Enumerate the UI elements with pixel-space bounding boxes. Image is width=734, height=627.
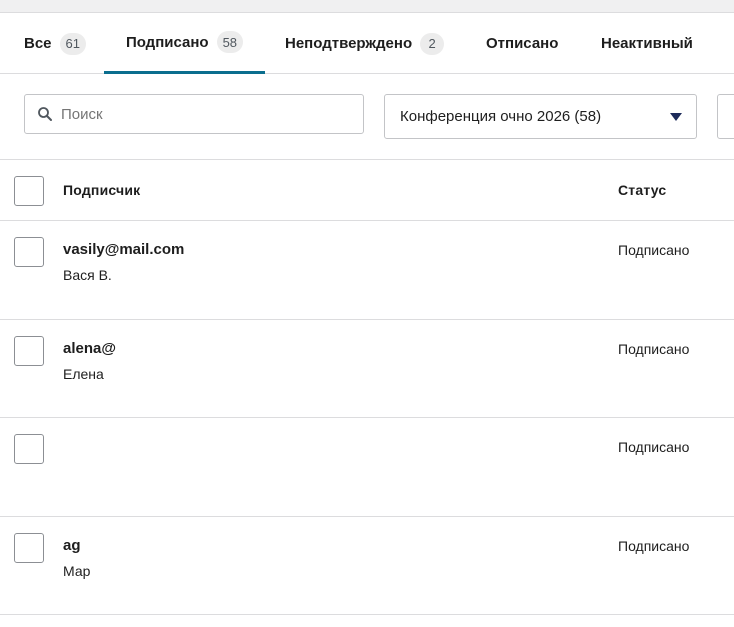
tab-count-badge: 58 bbox=[216, 31, 244, 53]
search-field[interactable] bbox=[24, 94, 364, 134]
tab-subscribed[interactable]: Подписано 58 bbox=[104, 13, 265, 74]
subscriber-name: Вася В. bbox=[63, 267, 112, 283]
subscribers-panel: Все 61 Подписано 58 Неподтверждено 2 Отп… bbox=[0, 12, 734, 627]
subscriber-email[interactable]: ag bbox=[63, 537, 81, 554]
subscriber-email[interactable]: vasily@mail.com bbox=[63, 241, 184, 258]
tab-label: Неподтверждено bbox=[285, 35, 413, 52]
table-row: vasily@mail.com Вася В. Подписано bbox=[0, 221, 734, 320]
subscriber-status: Подписано bbox=[618, 242, 690, 258]
subscriber-status: Подписано bbox=[618, 537, 690, 554]
dropdown-arrow-icon bbox=[670, 112, 682, 121]
tab-label: Неактивный bbox=[601, 35, 693, 52]
tab-inactive[interactable]: Неактивный bbox=[601, 13, 693, 74]
column-header-subscriber[interactable]: Подписчик bbox=[63, 160, 140, 220]
select-all-checkbox[interactable] bbox=[14, 176, 44, 206]
row-checkbox[interactable] bbox=[14, 434, 44, 464]
search-icon bbox=[38, 107, 52, 121]
column-header-status[interactable]: Статус bbox=[618, 160, 666, 220]
tab-count-badge: 61 bbox=[59, 32, 86, 55]
secondary-filter-select[interactable] bbox=[717, 94, 734, 139]
table-row: ag Мар Подписано bbox=[0, 517, 734, 615]
subscribers-table: Подписчик Статус vasily@mail.com Вася В.… bbox=[0, 159, 734, 615]
tab-all[interactable]: Все 61 bbox=[24, 13, 86, 74]
tab-label: Отписано bbox=[486, 35, 559, 52]
tab-unsubscribed[interactable]: Отписано bbox=[486, 13, 558, 74]
tab-label: Все bbox=[24, 35, 52, 52]
subscriber-name: Елена bbox=[63, 365, 104, 382]
table-row: alena@ Елена Подписано bbox=[0, 320, 734, 418]
table-header: Подписчик Статус bbox=[0, 160, 734, 221]
tab-unconfirmed[interactable]: Неподтверждено 2 bbox=[285, 13, 445, 74]
subscriber-status: Подписано bbox=[618, 340, 690, 357]
list-select-value: Конференция очно 2026 (58) bbox=[400, 108, 602, 125]
list-filter-select[interactable]: Конференция очно 2026 (58) bbox=[384, 94, 697, 139]
table-row: Подписано bbox=[0, 418, 734, 517]
row-checkbox[interactable] bbox=[14, 237, 44, 267]
tab-label: Подписано bbox=[125, 33, 209, 51]
subscriber-email[interactable]: alena@ bbox=[63, 340, 116, 357]
row-checkbox[interactable] bbox=[14, 335, 44, 366]
status-tabs: Все 61 Подписано 58 Неподтверждено 2 Отп… bbox=[0, 13, 734, 74]
subscriber-name: Мар bbox=[63, 562, 91, 579]
row-checkbox[interactable] bbox=[14, 532, 44, 563]
subscriber-status: Подписано bbox=[618, 439, 690, 455]
tab-count-badge: 2 bbox=[420, 32, 445, 55]
search-input[interactable] bbox=[61, 105, 341, 123]
